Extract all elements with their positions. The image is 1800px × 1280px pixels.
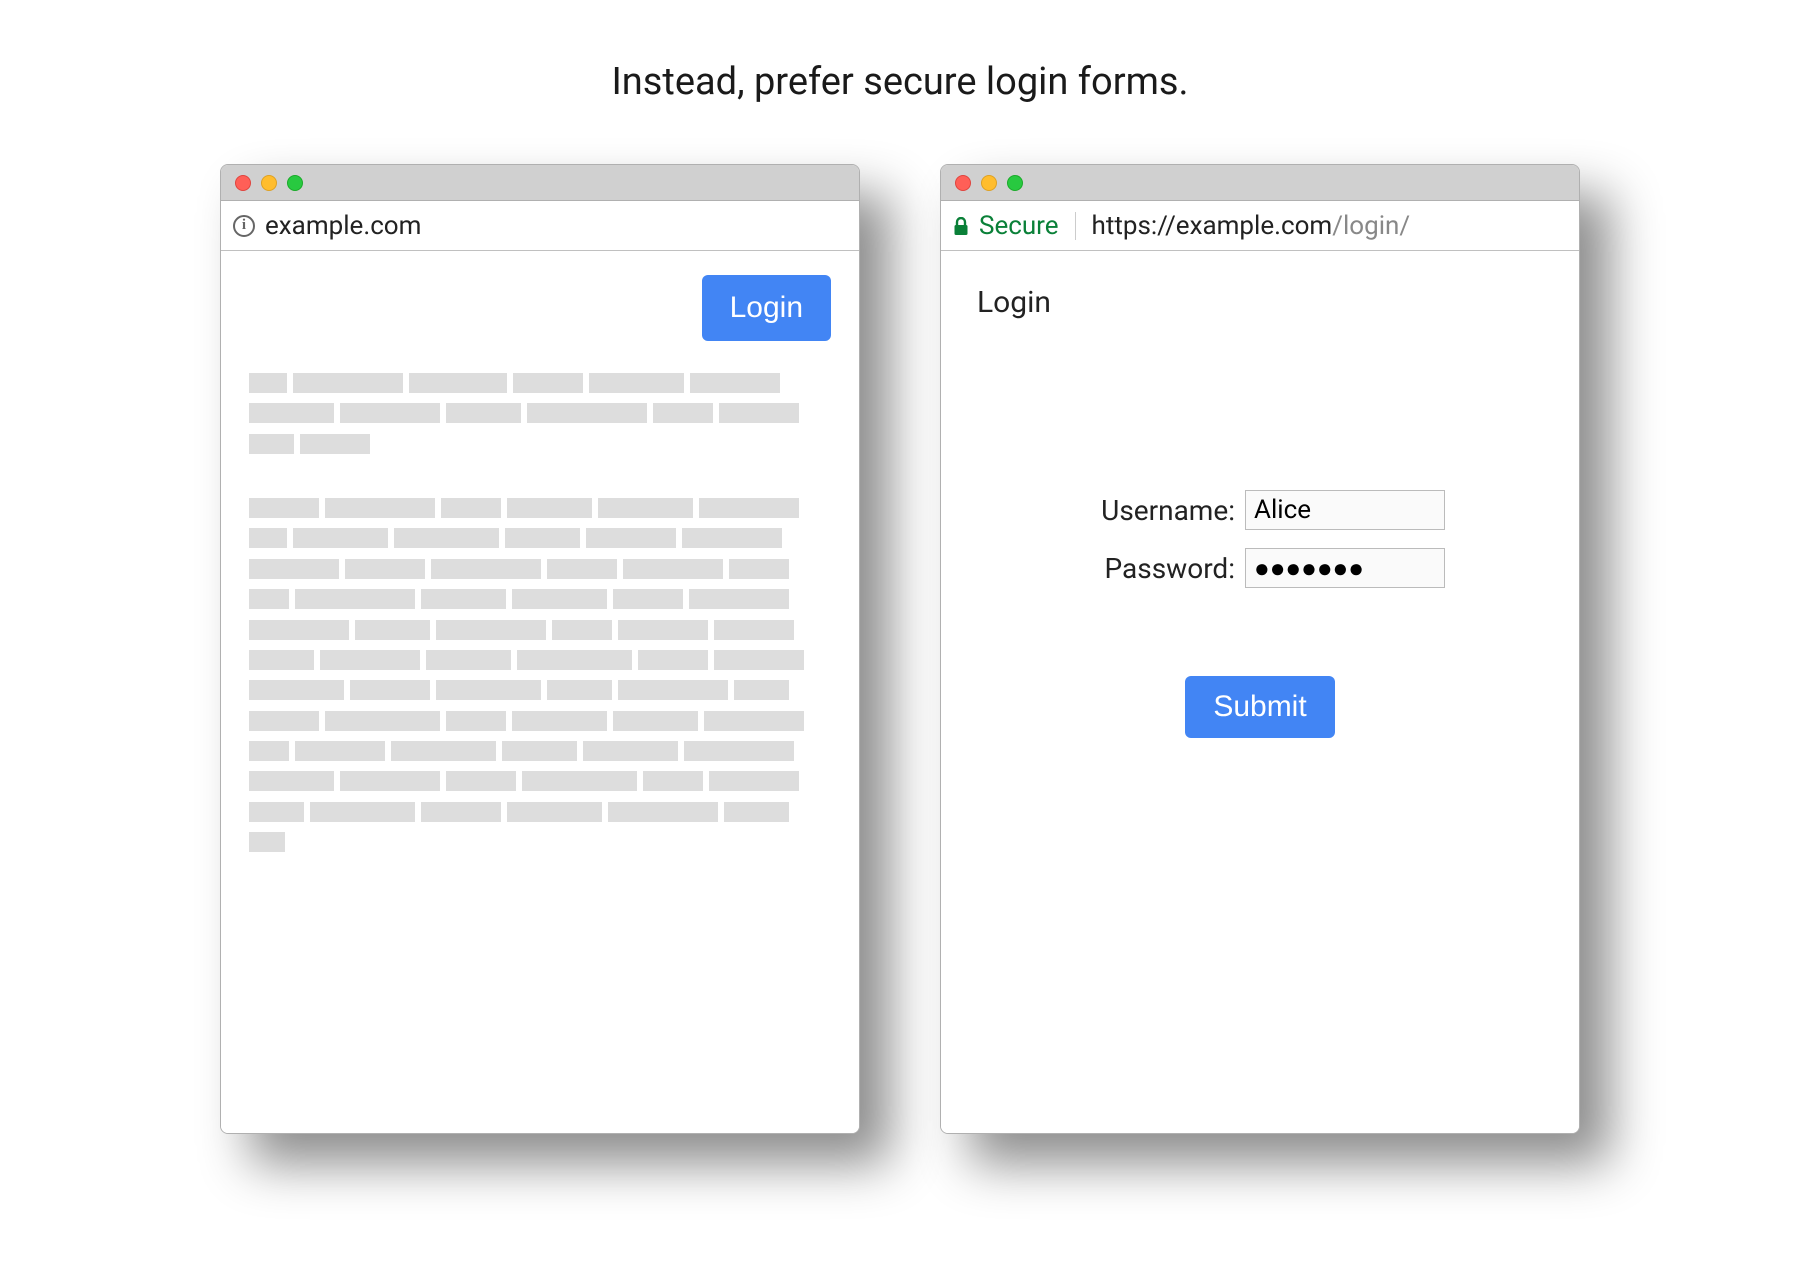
username-label: Username: bbox=[1075, 494, 1235, 527]
username-row: Username: bbox=[1075, 490, 1445, 530]
title-bar bbox=[941, 165, 1579, 201]
minimize-icon[interactable] bbox=[261, 175, 277, 191]
address-bar[interactable]: Secure https://example.com/login/ bbox=[941, 201, 1579, 251]
close-icon[interactable] bbox=[955, 175, 971, 191]
insecure-browser-window: i example.com Login bbox=[220, 164, 860, 1134]
info-icon[interactable]: i bbox=[233, 215, 255, 237]
lock-icon bbox=[953, 217, 969, 235]
password-label: Password: bbox=[1075, 552, 1235, 585]
password-input[interactable] bbox=[1245, 548, 1445, 588]
url-divider bbox=[1075, 212, 1076, 240]
maximize-icon[interactable] bbox=[287, 175, 303, 191]
url-text: example.com bbox=[265, 211, 421, 241]
submit-button[interactable]: Submit bbox=[1185, 676, 1334, 738]
address-bar[interactable]: i example.com bbox=[221, 201, 859, 251]
page-content: Login bbox=[221, 251, 859, 1133]
placeholder-body-text bbox=[249, 341, 831, 861]
minimize-icon[interactable] bbox=[981, 175, 997, 191]
close-icon[interactable] bbox=[235, 175, 251, 191]
page-title: Instead, prefer secure login forms. bbox=[611, 60, 1188, 104]
maximize-icon[interactable] bbox=[1007, 175, 1023, 191]
login-heading: Login bbox=[969, 275, 1551, 320]
password-row: Password: bbox=[1075, 548, 1445, 588]
url-text: https://example.com/login/ bbox=[1092, 211, 1411, 241]
windows-container: i example.com Login bbox=[220, 164, 1580, 1134]
secure-label: Secure bbox=[979, 211, 1059, 241]
login-button[interactable]: Login bbox=[702, 275, 831, 341]
page-content: Login Username: Password: Submit bbox=[941, 251, 1579, 1133]
login-form: Username: Password: Submit bbox=[969, 490, 1551, 738]
username-input[interactable] bbox=[1245, 490, 1445, 530]
secure-browser-window: Secure https://example.com/login/ Login … bbox=[940, 164, 1580, 1134]
title-bar bbox=[221, 165, 859, 201]
